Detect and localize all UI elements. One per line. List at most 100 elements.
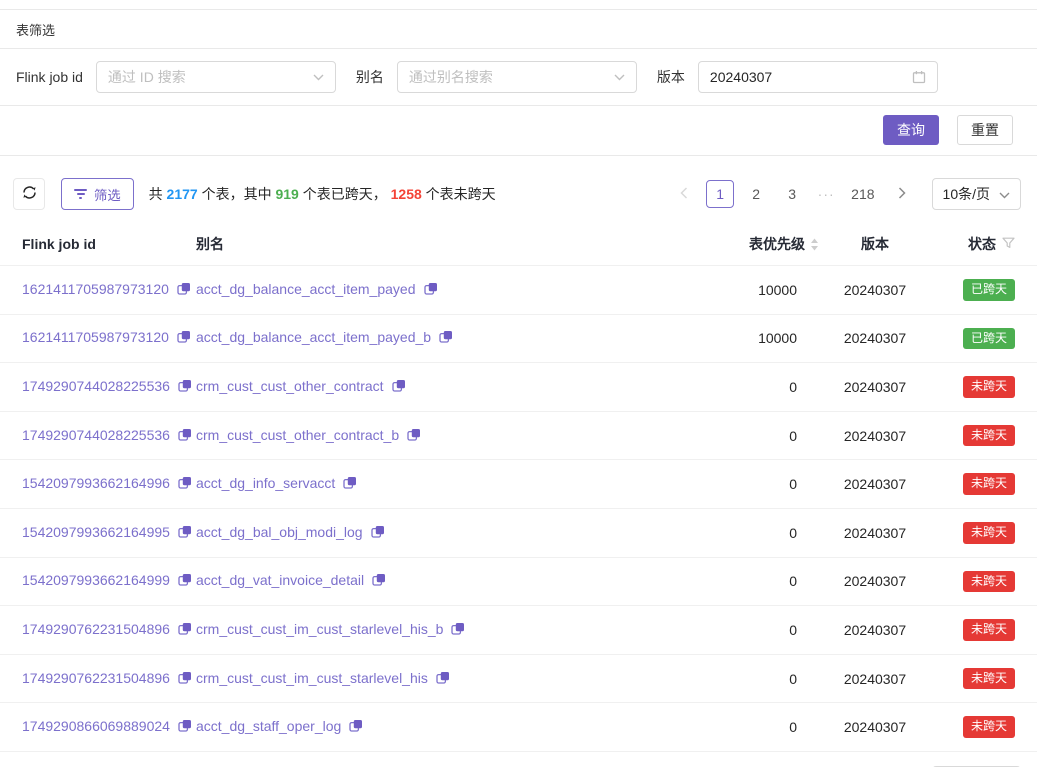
reset-button[interactable]: 重置 xyxy=(957,115,1013,145)
copy-icon[interactable] xyxy=(177,330,191,347)
alias-link[interactable]: crm_cust_cust_other_contract_b xyxy=(196,427,399,443)
status-badge: 未跨天 xyxy=(963,571,1015,593)
status-badge: 未跨天 xyxy=(963,376,1015,398)
pagination-top: 123 ··· 218 10条/页 xyxy=(670,178,1021,210)
status-badge: 已跨天 xyxy=(963,328,1015,350)
status-badge: 已跨天 xyxy=(963,279,1015,301)
refresh-button[interactable] xyxy=(13,178,45,210)
filter-lines-icon xyxy=(74,189,87,199)
filter-toggle-button[interactable]: 筛选 xyxy=(61,178,134,210)
copy-icon[interactable] xyxy=(178,379,192,396)
priority-cell: 0 xyxy=(669,411,819,460)
flink-job-id-link[interactable]: 1749290744028225536 xyxy=(22,427,170,443)
version-date-input[interactable]: 20240307 xyxy=(698,61,938,93)
chevron-left-icon xyxy=(680,186,688,202)
priority-cell: 0 xyxy=(669,460,819,509)
table-row: 1542097993662164999 acct_dg_vat_invoice_d… xyxy=(0,557,1037,606)
version-cell: 20240307 xyxy=(819,557,931,606)
query-button[interactable]: 查询 xyxy=(883,115,939,145)
chevron-down-icon xyxy=(313,74,324,81)
copy-icon[interactable] xyxy=(349,719,363,736)
flink-job-id-link[interactable]: 1621411705987973120 xyxy=(22,329,169,345)
flink-job-id-select[interactable]: 通过 ID 搜索 xyxy=(96,61,336,93)
alias-link[interactable]: acct_dg_bal_obj_modi_log xyxy=(196,524,363,540)
copy-icon[interactable] xyxy=(436,671,450,688)
flink-job-id-link[interactable]: 1749290744028225536 xyxy=(22,378,170,394)
copy-icon[interactable] xyxy=(178,671,192,688)
alias-link[interactable]: acct_dg_info_servacct xyxy=(196,475,335,491)
flink-job-id-link[interactable]: 1749290762231504896 xyxy=(22,621,170,637)
copy-icon[interactable] xyxy=(178,428,192,445)
version-cell: 20240307 xyxy=(819,703,931,752)
copy-icon[interactable] xyxy=(451,622,465,639)
flink-job-id-link[interactable]: 1542097993662164996 xyxy=(22,475,170,491)
table-body: 1621411705987973120 acct_dg_balance_acct_… xyxy=(0,266,1037,752)
header-priority[interactable]: 表优先级 xyxy=(669,222,819,266)
header-version: 版本 xyxy=(819,222,931,266)
table-filter-panel: 表筛选 Flink job id 通过 ID 搜索 别名 通过别名搜索 版本 xyxy=(0,9,1037,156)
priority-cell: 0 xyxy=(669,703,819,752)
next-page-button[interactable] xyxy=(888,180,916,208)
table-row: 1749290762231504896 crm_cust_cust_im_cust… xyxy=(0,606,1037,655)
copy-icon[interactable] xyxy=(178,573,192,590)
table-toolbar: 筛选 共 2177 个表，其中 919 个表已跨天， 1258 个表未跨天 12… xyxy=(13,178,1021,210)
page-size-select[interactable]: 10条/页 xyxy=(932,178,1021,210)
chevron-down-icon xyxy=(999,186,1010,202)
copy-icon[interactable] xyxy=(439,330,453,347)
page-number-218[interactable]: 218 xyxy=(846,180,879,208)
calendar-icon xyxy=(912,70,926,84)
chevron-right-icon xyxy=(898,186,906,202)
copy-icon[interactable] xyxy=(178,525,192,542)
copy-icon[interactable] xyxy=(177,282,191,299)
flink-job-id-field: Flink job id 通过 ID 搜索 xyxy=(16,61,336,93)
filter-funnel-icon[interactable] xyxy=(1002,236,1015,252)
tables-table: Flink job id 别名 表优先级 版本 状态 xyxy=(0,222,1037,752)
flink-job-id-link[interactable]: 1542097993662164995 xyxy=(22,524,170,540)
version-cell: 20240307 xyxy=(819,654,931,703)
page-number-1[interactable]: 1 xyxy=(706,180,734,208)
prev-page-button[interactable] xyxy=(670,180,698,208)
copy-icon[interactable] xyxy=(178,622,192,639)
alias-link[interactable]: crm_cust_cust_other_contract xyxy=(196,378,384,394)
alias-select[interactable]: 通过别名搜索 xyxy=(397,61,637,93)
copy-icon[interactable] xyxy=(178,719,192,736)
copy-icon[interactable] xyxy=(392,379,406,396)
alias-link[interactable]: acct_dg_vat_invoice_detail xyxy=(196,572,364,588)
flink-job-id-link[interactable]: 1749290866069889024 xyxy=(22,718,170,734)
sort-icon[interactable] xyxy=(810,238,819,251)
copy-icon[interactable] xyxy=(371,525,385,542)
crossed-count: 919 xyxy=(275,186,298,202)
alias-link[interactable]: crm_cust_cust_im_cust_starlevel_his_b xyxy=(196,621,443,637)
copy-icon[interactable] xyxy=(372,573,386,590)
status-badge: 未跨天 xyxy=(963,425,1015,447)
filter-fields-row: Flink job id 通过 ID 搜索 别名 通过别名搜索 版本 20240… xyxy=(0,49,1037,106)
uncrossed-count: 1258 xyxy=(391,186,422,202)
page-number-2[interactable]: 2 xyxy=(742,180,770,208)
alias-link[interactable]: acct_dg_staff_oper_log xyxy=(196,718,341,734)
alias-link[interactable]: acct_dg_balance_acct_item_payed xyxy=(196,281,416,297)
header-alias: 别名 xyxy=(196,222,669,266)
flink-job-id-link[interactable]: 1542097993662164999 xyxy=(22,572,170,588)
copy-icon[interactable] xyxy=(407,428,421,445)
priority-cell: 10000 xyxy=(669,266,819,315)
version-cell: 20240307 xyxy=(819,460,931,509)
alias-link[interactable]: crm_cust_cust_im_cust_starlevel_his xyxy=(196,670,428,686)
page-ellipsis[interactable]: ··· xyxy=(814,186,838,202)
header-status[interactable]: 状态 xyxy=(931,222,1037,266)
version-cell: 20240307 xyxy=(819,363,931,412)
flink-job-id-link[interactable]: 1621411705987973120 xyxy=(22,281,169,297)
table-stats-summary: 共 2177 个表，其中 919 个表已跨天， 1258 个表未跨天 xyxy=(149,184,496,204)
table-header-row: Flink job id 别名 表优先级 版本 状态 xyxy=(0,222,1037,266)
page-number-3[interactable]: 3 xyxy=(778,180,806,208)
copy-icon[interactable] xyxy=(424,282,438,299)
chevron-down-icon xyxy=(614,74,625,81)
copy-icon[interactable] xyxy=(178,476,192,493)
copy-icon[interactable] xyxy=(343,476,357,493)
flink-job-id-link[interactable]: 1749290762231504896 xyxy=(22,670,170,686)
status-badge: 未跨天 xyxy=(963,668,1015,690)
priority-cell: 0 xyxy=(669,606,819,655)
version-cell: 20240307 xyxy=(819,266,931,315)
priority-cell: 0 xyxy=(669,363,819,412)
alias-link[interactable]: acct_dg_balance_acct_item_payed_b xyxy=(196,329,431,345)
table-row: 1749290744028225536 crm_cust_cust_other_c… xyxy=(0,363,1037,412)
